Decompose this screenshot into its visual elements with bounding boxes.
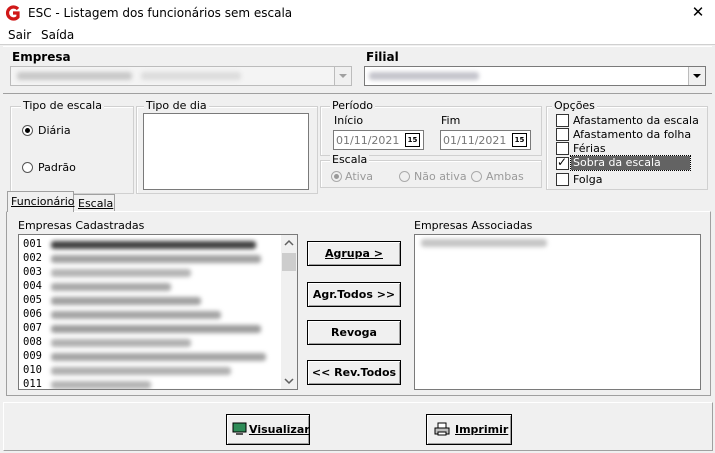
fim-date-field[interactable]: 01/11/2021 15 bbox=[440, 130, 531, 150]
filial-select[interactable] bbox=[364, 66, 706, 86]
scroll-down-icon[interactable] bbox=[281, 373, 297, 389]
menu-separator bbox=[0, 44, 715, 45]
checkbox-afastamento-folha[interactable] bbox=[556, 128, 569, 141]
tab-funcionario[interactable]: Funcionário bbox=[7, 191, 75, 212]
visualizar-label: Visualizar bbox=[249, 423, 310, 436]
filial-label: Filial bbox=[366, 50, 399, 64]
radio-nao-ativa-label: Não ativa bbox=[414, 170, 467, 183]
app-logo-icon bbox=[6, 5, 20, 21]
radio-diaria[interactable] bbox=[22, 125, 33, 136]
calendar-icon[interactable]: 15 bbox=[512, 133, 527, 147]
printer-icon bbox=[434, 422, 450, 436]
radio-ativa-label: Ativa bbox=[345, 170, 373, 183]
menu-saida[interactable]: Saída bbox=[41, 28, 74, 42]
monitor-icon bbox=[232, 422, 247, 435]
vertical-scrollbar[interactable] bbox=[281, 235, 297, 389]
visualizar-button[interactable]: Visualizar bbox=[226, 414, 310, 445]
chevron-down-icon[interactable] bbox=[688, 67, 705, 85]
sobra-escala-label: Sobra da escala bbox=[570, 155, 691, 171]
list-item[interactable]: 009 bbox=[23, 350, 42, 363]
list-item[interactable]: 010 bbox=[23, 364, 42, 377]
opcoes-label: Opções bbox=[552, 99, 597, 112]
empresas-cadastradas-list[interactable]: 001 002 003 004 005 006 007 008 009 010 … bbox=[18, 234, 298, 390]
list-item[interactable]: 003 bbox=[23, 266, 42, 279]
tipo-dia-list[interactable] bbox=[143, 113, 309, 190]
tab-funcionario-label: Funcionário bbox=[11, 195, 75, 208]
agr-todos-label: Agr.Todos >> bbox=[312, 288, 396, 301]
fim-date-value: 01/11/2021 bbox=[443, 134, 507, 147]
checkbox-folga[interactable] bbox=[556, 173, 569, 186]
checkbox-sobra-escala[interactable] bbox=[556, 155, 569, 170]
afastamento-escala-label: Afastamento da escala bbox=[573, 114, 699, 127]
list-item[interactable]: 011 bbox=[23, 378, 42, 389]
empresa-select[interactable] bbox=[10, 66, 352, 86]
rev-todos-label: << Rev.Todos bbox=[311, 366, 397, 379]
radio-ambas[interactable] bbox=[471, 171, 482, 182]
inicio-label: Início bbox=[334, 114, 364, 127]
tipo-dia-label: Tipo de dia bbox=[144, 99, 209, 112]
afastamento-folha-label: Afastamento da folha bbox=[573, 128, 692, 141]
chevron-down-icon[interactable] bbox=[334, 67, 351, 85]
checkbox-ferias[interactable] bbox=[556, 142, 569, 155]
list-item[interactable]: 002 bbox=[23, 252, 42, 265]
list-item[interactable]: 004 bbox=[23, 280, 42, 293]
scroll-up-icon[interactable] bbox=[281, 235, 297, 251]
periodo-label: Período bbox=[330, 99, 376, 112]
list-item[interactable]: 001 bbox=[23, 238, 42, 251]
checkbox-afastamento-escala[interactable] bbox=[556, 114, 569, 127]
tipo-escala-label: Tipo de escala bbox=[21, 99, 104, 112]
imprimir-label: Imprimir bbox=[455, 423, 509, 436]
fim-label: Fim bbox=[441, 114, 461, 127]
escala-label: Escala bbox=[330, 153, 370, 166]
tab-escala-label: Escala bbox=[78, 197, 114, 210]
list-item[interactable]: 006 bbox=[23, 308, 42, 321]
inicio-date-value: 01/11/2021 bbox=[336, 134, 400, 147]
imprimir-button[interactable]: Imprimir bbox=[426, 414, 512, 445]
footer-panel bbox=[3, 402, 713, 451]
tipo-escala-group bbox=[10, 106, 134, 194]
agrupa-button[interactable]: Agrupa > bbox=[307, 241, 401, 266]
empresas-associadas-label: Empresas Associadas bbox=[414, 219, 533, 232]
list-item[interactable]: 008 bbox=[23, 336, 42, 349]
calendar-icon[interactable]: 15 bbox=[405, 133, 420, 147]
list-item[interactable]: 007 bbox=[23, 322, 42, 335]
ferias-label: Férias bbox=[573, 142, 606, 155]
window-title: ESC - Listagem dos funcionários sem esca… bbox=[28, 6, 293, 20]
inicio-date-field[interactable]: 01/11/2021 15 bbox=[333, 130, 424, 150]
empresas-associadas-list[interactable] bbox=[414, 234, 701, 390]
radio-padrao-label: Padrão bbox=[38, 161, 76, 174]
scroll-thumb[interactable] bbox=[282, 253, 296, 271]
close-icon[interactable]: ✕ bbox=[688, 2, 708, 22]
radio-padrao[interactable] bbox=[22, 162, 33, 173]
empresa-label: Empresa bbox=[12, 50, 71, 64]
menu-bar bbox=[0, 26, 715, 44]
list-item[interactable]: 005 bbox=[23, 294, 42, 307]
menu-sair[interactable]: Sair bbox=[8, 28, 31, 42]
revoga-label: Revoga bbox=[331, 326, 377, 339]
radio-diaria-label: Diária bbox=[38, 124, 71, 137]
radio-nao-ativa[interactable] bbox=[399, 171, 410, 182]
agr-todos-button[interactable]: Agr.Todos >> bbox=[307, 282, 401, 307]
tab-escala[interactable]: Escala bbox=[73, 194, 115, 212]
revoga-button[interactable]: Revoga bbox=[307, 320, 401, 345]
agrupa-label: Agrupa > bbox=[325, 247, 383, 260]
empresas-cadastradas-label: Empresas Cadastradas bbox=[18, 219, 145, 232]
radio-ativa[interactable] bbox=[331, 171, 342, 182]
radio-ambas-label: Ambas bbox=[486, 170, 524, 183]
folga-label: Folga bbox=[573, 173, 603, 186]
rev-todos-button[interactable]: << Rev.Todos bbox=[307, 360, 401, 385]
